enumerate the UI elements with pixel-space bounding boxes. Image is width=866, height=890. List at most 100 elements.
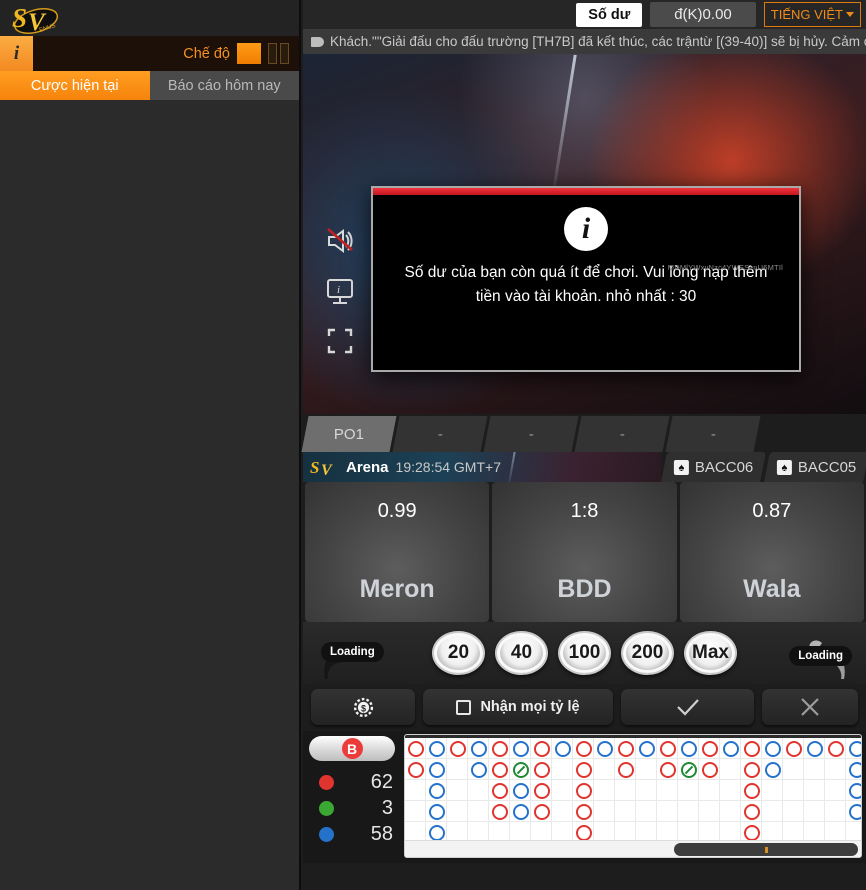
arena-title: S V Arena 19:28:54 GMT+7 bbox=[303, 452, 662, 482]
bet-option-meron-odds: 0.99 bbox=[377, 500, 417, 522]
road-mark-wala bbox=[428, 740, 445, 757]
arena-tab-2[interactable]: - bbox=[392, 416, 488, 452]
fullscreen-icon[interactable] bbox=[323, 324, 357, 358]
mode-columns-toggle[interactable] bbox=[268, 43, 289, 64]
arena-tab-3-label: - bbox=[528, 425, 534, 443]
room-tab-bacc05-label: BACC05 bbox=[797, 458, 856, 476]
road-mark-tie bbox=[680, 761, 697, 778]
road-mark-wala bbox=[554, 740, 571, 757]
info-button[interactable]: i bbox=[0, 36, 33, 71]
road-mark-wala bbox=[722, 740, 739, 757]
insufficient-balance-dialog: i Số dư của bạn còn quá ít để chơi. Vui … bbox=[371, 186, 801, 372]
road-cell bbox=[468, 780, 489, 801]
road-cell bbox=[699, 780, 720, 801]
mode-bar: i Chế độ bbox=[0, 36, 299, 71]
arena-tab-4-label: - bbox=[619, 425, 625, 443]
live-video-player[interactable]: i i Số dư của bạn còn quá ít để chơi. Vu… bbox=[303, 54, 866, 414]
road-cell bbox=[594, 759, 615, 780]
road-mark-wala bbox=[848, 761, 861, 778]
confirm-button[interactable] bbox=[621, 689, 754, 725]
road-mark-wala bbox=[848, 782, 861, 799]
road-cell bbox=[783, 759, 804, 780]
road-mark-meron bbox=[701, 740, 718, 757]
road-mark-wala bbox=[428, 824, 445, 841]
app-root: S V ENUS i Chế độ Cược hiện tại Báo cáo … bbox=[0, 0, 866, 890]
spade-icon: ♠ bbox=[776, 459, 792, 475]
room-tab-bacc06-label: BACC06 bbox=[695, 458, 754, 476]
chevron-down-icon bbox=[846, 12, 854, 17]
arena-tab-5[interactable]: - bbox=[665, 416, 761, 452]
accept-all-odds-button[interactable]: Nhận mọi tỷ lệ bbox=[423, 689, 613, 725]
road-type-badge: B bbox=[341, 738, 363, 759]
road-cell bbox=[405, 780, 426, 801]
arena-tab-2-label: - bbox=[437, 425, 443, 443]
road-mark-meron bbox=[575, 740, 592, 757]
arena-tab-4[interactable]: - bbox=[574, 416, 670, 452]
bet-option-wala[interactable]: 0.87 Wala bbox=[679, 482, 864, 622]
arena-tab-3[interactable]: - bbox=[483, 416, 579, 452]
road-cell bbox=[804, 780, 825, 801]
svg-text:$: $ bbox=[360, 703, 365, 713]
road-mark-meron bbox=[491, 803, 508, 820]
road-cell bbox=[594, 801, 615, 822]
bet-list-panel bbox=[0, 100, 299, 890]
arena-tab-1[interactable]: PO1 bbox=[301, 416, 397, 452]
cancel-button[interactable] bbox=[762, 689, 858, 725]
road-cell bbox=[447, 780, 468, 801]
road-type-toggle[interactable]: B bbox=[309, 736, 395, 761]
road-cell bbox=[825, 801, 846, 822]
bet-option-bdd[interactable]: 1:8 BDD bbox=[492, 482, 677, 622]
road-cell bbox=[615, 801, 636, 822]
road-mark-meron bbox=[491, 740, 508, 757]
tab-today-report[interactable]: Báo cáo hôm nay bbox=[149, 71, 299, 100]
mode-color-swatch[interactable] bbox=[237, 43, 261, 64]
scroll-grip-icon bbox=[764, 846, 768, 853]
arena-tab-bar: PO1 - - - - bbox=[301, 414, 866, 452]
road-mark-meron bbox=[575, 782, 592, 799]
road-cell bbox=[636, 780, 657, 801]
screen-quality-icon[interactable]: i bbox=[323, 274, 357, 308]
road-cell bbox=[720, 780, 741, 801]
chip-200[interactable]: 200 bbox=[621, 631, 674, 675]
road-mark-meron bbox=[491, 782, 508, 799]
action-button-row: $ Nhận mọi tỷ lệ bbox=[303, 684, 866, 731]
road-mark-wala bbox=[806, 740, 823, 757]
stat-row-meron: 62 bbox=[307, 770, 399, 795]
chip-20-label: 20 bbox=[447, 642, 470, 663]
info-icon-glyph: i bbox=[581, 212, 591, 245]
language-selector[interactable]: TIẾNG VIỆT bbox=[763, 2, 861, 27]
info-button-label: i bbox=[13, 42, 20, 64]
checkbox-icon[interactable] bbox=[456, 699, 472, 715]
brand-bar: S V ENUS bbox=[0, 0, 299, 36]
chip-40[interactable]: 40 bbox=[495, 631, 548, 675]
chip-max[interactable]: Max bbox=[684, 631, 737, 675]
tie-dot-icon bbox=[319, 801, 334, 816]
room-tab-bacc05[interactable]: ♠ BACC05 bbox=[763, 452, 866, 482]
road-cell bbox=[447, 759, 468, 780]
chip-40-label: 40 bbox=[510, 642, 533, 663]
balance-label[interactable]: Số dư bbox=[576, 2, 643, 27]
tab-current-bets[interactable]: Cược hiện tại bbox=[0, 71, 150, 100]
road-mark-meron bbox=[659, 761, 676, 778]
chip-100[interactable]: 100 bbox=[558, 631, 611, 675]
coin-gear-icon: $ bbox=[353, 697, 373, 717]
bet-option-wala-label: Wala bbox=[743, 575, 801, 603]
betting-odds-row: 0.99 Meron 1:8 BDD 0.87 Wala bbox=[303, 482, 866, 622]
chip-20[interactable]: 20 bbox=[432, 631, 485, 675]
bet-option-bdd-odds: 1:8 bbox=[570, 500, 599, 522]
settings-button[interactable]: $ bbox=[311, 689, 415, 725]
bet-option-meron[interactable]: 0.99 Meron bbox=[305, 482, 490, 622]
loading-badge-right: Loading bbox=[789, 646, 852, 666]
road-scrollbar-thumb[interactable] bbox=[674, 843, 858, 856]
mode-label: Chế độ bbox=[183, 45, 230, 62]
road-scrollbar[interactable] bbox=[405, 840, 861, 857]
top-bar: Số dư đ(K)0.00 TIẾNG VIỆT bbox=[303, 0, 866, 29]
road-mark-wala bbox=[764, 761, 781, 778]
road-mark-meron bbox=[575, 824, 592, 841]
room-tab-bacc06[interactable]: ♠ BACC06 bbox=[661, 452, 767, 482]
mute-icon[interactable] bbox=[323, 224, 357, 258]
big-road-grid[interactable] bbox=[404, 734, 862, 858]
main-column: Số dư đ(K)0.00 TIẾNG VIỆT Khách.""Giải đ… bbox=[301, 0, 866, 890]
road-mark-meron bbox=[743, 761, 760, 778]
road-cell bbox=[825, 780, 846, 801]
